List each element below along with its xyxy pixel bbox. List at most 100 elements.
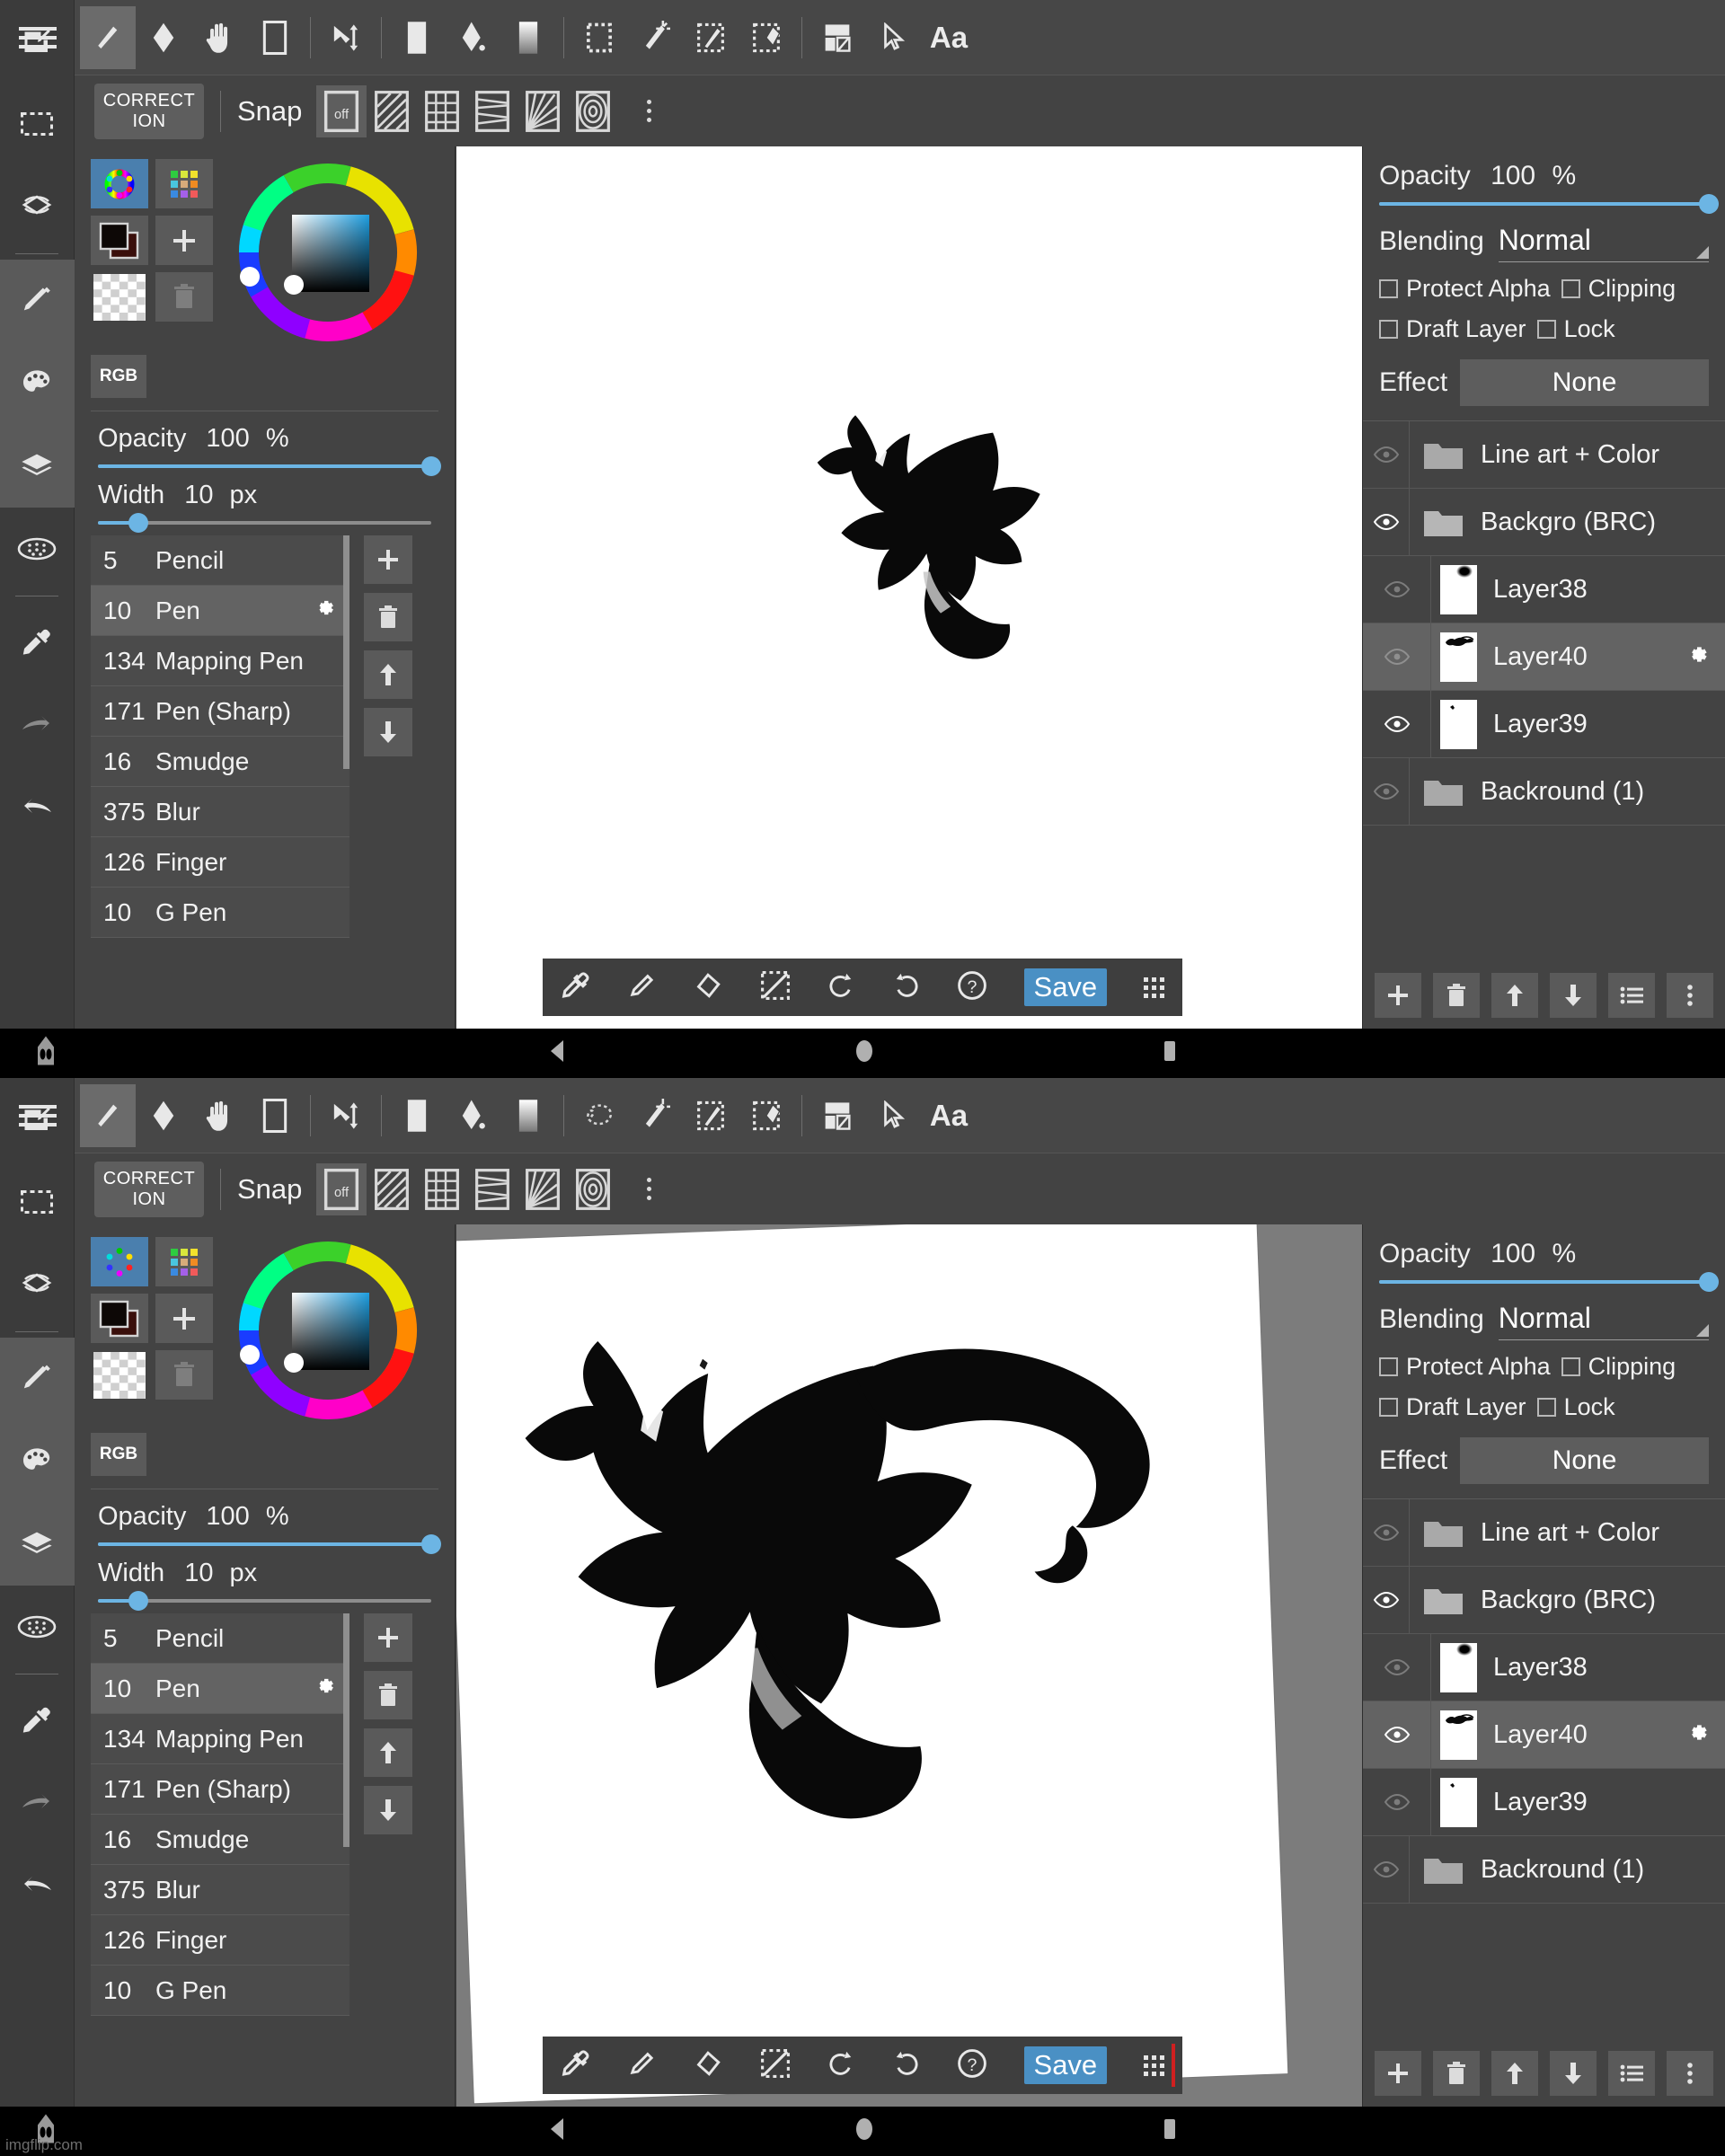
magic-wand-tool[interactable] [627, 1084, 683, 1147]
list-item[interactable]: 5 Pencil [91, 535, 349, 586]
brush-width-slider[interactable] [98, 1591, 431, 1611]
blending-dropdown[interactable]: Normal [1498, 224, 1709, 262]
selection-eraser-tool[interactable] [739, 1084, 794, 1147]
lock-checkbox[interactable]: Lock [1536, 315, 1615, 343]
table-row[interactable]: Layer40 [1363, 623, 1725, 691]
app-grid-button[interactable] [1143, 976, 1164, 998]
table-row[interactable]: Layer38 [1363, 556, 1725, 623]
list-item[interactable]: 134 Mapping Pen [91, 1714, 349, 1764]
rgb-button[interactable]: RGB [91, 1433, 146, 1476]
redo-button[interactable] [892, 970, 921, 1005]
table-row[interactable]: Backgro (BRC) [1363, 1567, 1725, 1634]
move-layer-down-button[interactable] [1550, 2051, 1597, 2096]
fill-rect-tool[interactable] [389, 1084, 445, 1147]
sidebar-item-undo[interactable] [0, 1845, 75, 1928]
table-row[interactable]: Backgro (BRC) [1363, 489, 1725, 556]
snap-concentric-button[interactable] [568, 1163, 618, 1215]
brush-settings-gear-icon[interactable] [312, 1673, 337, 1704]
deselect-button[interactable] [760, 970, 791, 1005]
layer-opacity-slider[interactable] [1379, 1272, 1719, 1292]
canvas-paper[interactable] [456, 146, 1362, 1029]
blending-dropdown[interactable]: Normal [1498, 1302, 1709, 1340]
home-circle-icon[interactable] [852, 2116, 877, 2147]
fill-rect-tool[interactable] [389, 6, 445, 69]
list-item[interactable]: 375 Blur [91, 787, 349, 837]
brush-list-scrollbar[interactable] [343, 1613, 349, 1847]
snap-parallel-button[interactable] [367, 85, 417, 137]
snap-off-button[interactable]: off [316, 84, 367, 137]
add-brush-button[interactable] [364, 535, 412, 584]
sidebar-item-selection[interactable] [0, 1161, 75, 1243]
snap-radial-button[interactable] [518, 1163, 568, 1215]
brush-opacity-slider[interactable] [98, 1534, 441, 1554]
color-wheel-button[interactable] [91, 1237, 148, 1286]
layer-visibility-toggle[interactable] [1363, 1701, 1431, 1768]
back-triangle-icon[interactable] [545, 1038, 569, 1069]
back-triangle-icon[interactable] [545, 2116, 569, 2147]
list-item[interactable]: 134 Mapping Pen [91, 636, 349, 686]
brush-tool[interactable] [80, 1083, 136, 1147]
brush-tool[interactable] [80, 5, 136, 69]
add-layer-button[interactable] [1375, 973, 1421, 1018]
transparent-color-button[interactable] [91, 272, 148, 322]
table-row[interactable]: Layer40 [1363, 1701, 1725, 1769]
undo-button[interactable] [827, 2048, 855, 2083]
brush-opacity-slider[interactable] [98, 456, 441, 476]
snap-horizontal-button[interactable] [467, 85, 518, 137]
brush-button[interactable] [628, 971, 657, 1004]
list-item[interactable]: 171 Pen (Sharp) [91, 686, 349, 737]
pointer-tool[interactable] [865, 1084, 921, 1147]
protect-alpha-checkbox[interactable]: Protect Alpha [1379, 1353, 1551, 1381]
sidebar-item-redo[interactable] [0, 1763, 75, 1845]
eyedropper-button[interactable] [561, 2048, 591, 2083]
add-brush-button[interactable] [364, 1613, 412, 1662]
move-brush-up-button[interactable] [364, 650, 412, 699]
layer-list-button[interactable] [1608, 2051, 1655, 2096]
sidebar-item-palette[interactable] [0, 1420, 75, 1503]
undo-button[interactable] [827, 970, 855, 1005]
move-layer-up-button[interactable] [1491, 2051, 1538, 2096]
layer-more-button[interactable] [1667, 2051, 1713, 2096]
hand-tool[interactable] [191, 6, 247, 69]
snap-off-button[interactable]: off [316, 1162, 367, 1215]
list-item[interactable]: 126 Finger [91, 1915, 349, 1966]
redo-button[interactable] [892, 2048, 921, 2083]
layer-visibility-toggle[interactable] [1363, 1836, 1410, 1903]
home-circle-icon[interactable] [852, 1038, 877, 1069]
sidebar-item-undo[interactable] [0, 767, 75, 850]
list-item[interactable]: 10 Pen [91, 1664, 349, 1714]
protect-alpha-checkbox[interactable]: Protect Alpha [1379, 275, 1551, 303]
recents-square-icon[interactable] [1160, 2116, 1180, 2147]
color-wheel-picker[interactable] [226, 1237, 430, 1424]
table-row[interactable]: Layer38 [1363, 1634, 1725, 1701]
selection-eraser-tool[interactable] [739, 6, 794, 69]
correction-button[interactable]: CORRECT ION [94, 1161, 204, 1217]
color-wheel-picker[interactable] [226, 159, 430, 346]
sidebar-item-layers[interactable] [0, 1503, 75, 1586]
palette-grid-button[interactable] [155, 159, 213, 208]
list-item[interactable]: 171 Pen (Sharp) [91, 1764, 349, 1815]
bucket-tool[interactable] [445, 6, 500, 69]
layer-visibility-toggle[interactable] [1363, 623, 1431, 690]
hamburger-menu-icon[interactable] [0, 1078, 75, 1153]
sidebar-item-palette[interactable] [0, 342, 75, 425]
pointer-tool[interactable] [865, 6, 921, 69]
table-row[interactable]: Line art + Color [1363, 1499, 1725, 1567]
snap-grid-button[interactable] [417, 85, 467, 137]
layer-visibility-toggle[interactable] [1363, 691, 1431, 757]
table-row[interactable]: Layer39 [1363, 691, 1725, 758]
clipping-checkbox[interactable]: Clipping [1561, 275, 1676, 303]
hamburger-menu-icon[interactable] [0, 0, 75, 75]
brush-width-slider[interactable] [98, 513, 431, 533]
layer-visibility-toggle[interactable] [1363, 1634, 1431, 1701]
sidebar-item-transform[interactable] [0, 165, 75, 248]
magic-wand-tool[interactable] [627, 6, 683, 69]
lasso-select-tool[interactable] [571, 1084, 627, 1147]
move-brush-up-button[interactable] [364, 1728, 412, 1777]
layer-visibility-toggle[interactable] [1363, 421, 1410, 488]
layer-visibility-toggle[interactable] [1363, 556, 1431, 623]
table-row[interactable]: Line art + Color [1363, 421, 1725, 489]
snap-concentric-button[interactable] [568, 85, 618, 137]
gradient-tool[interactable] [500, 6, 556, 69]
color-wheel-button[interactable] [91, 159, 148, 208]
